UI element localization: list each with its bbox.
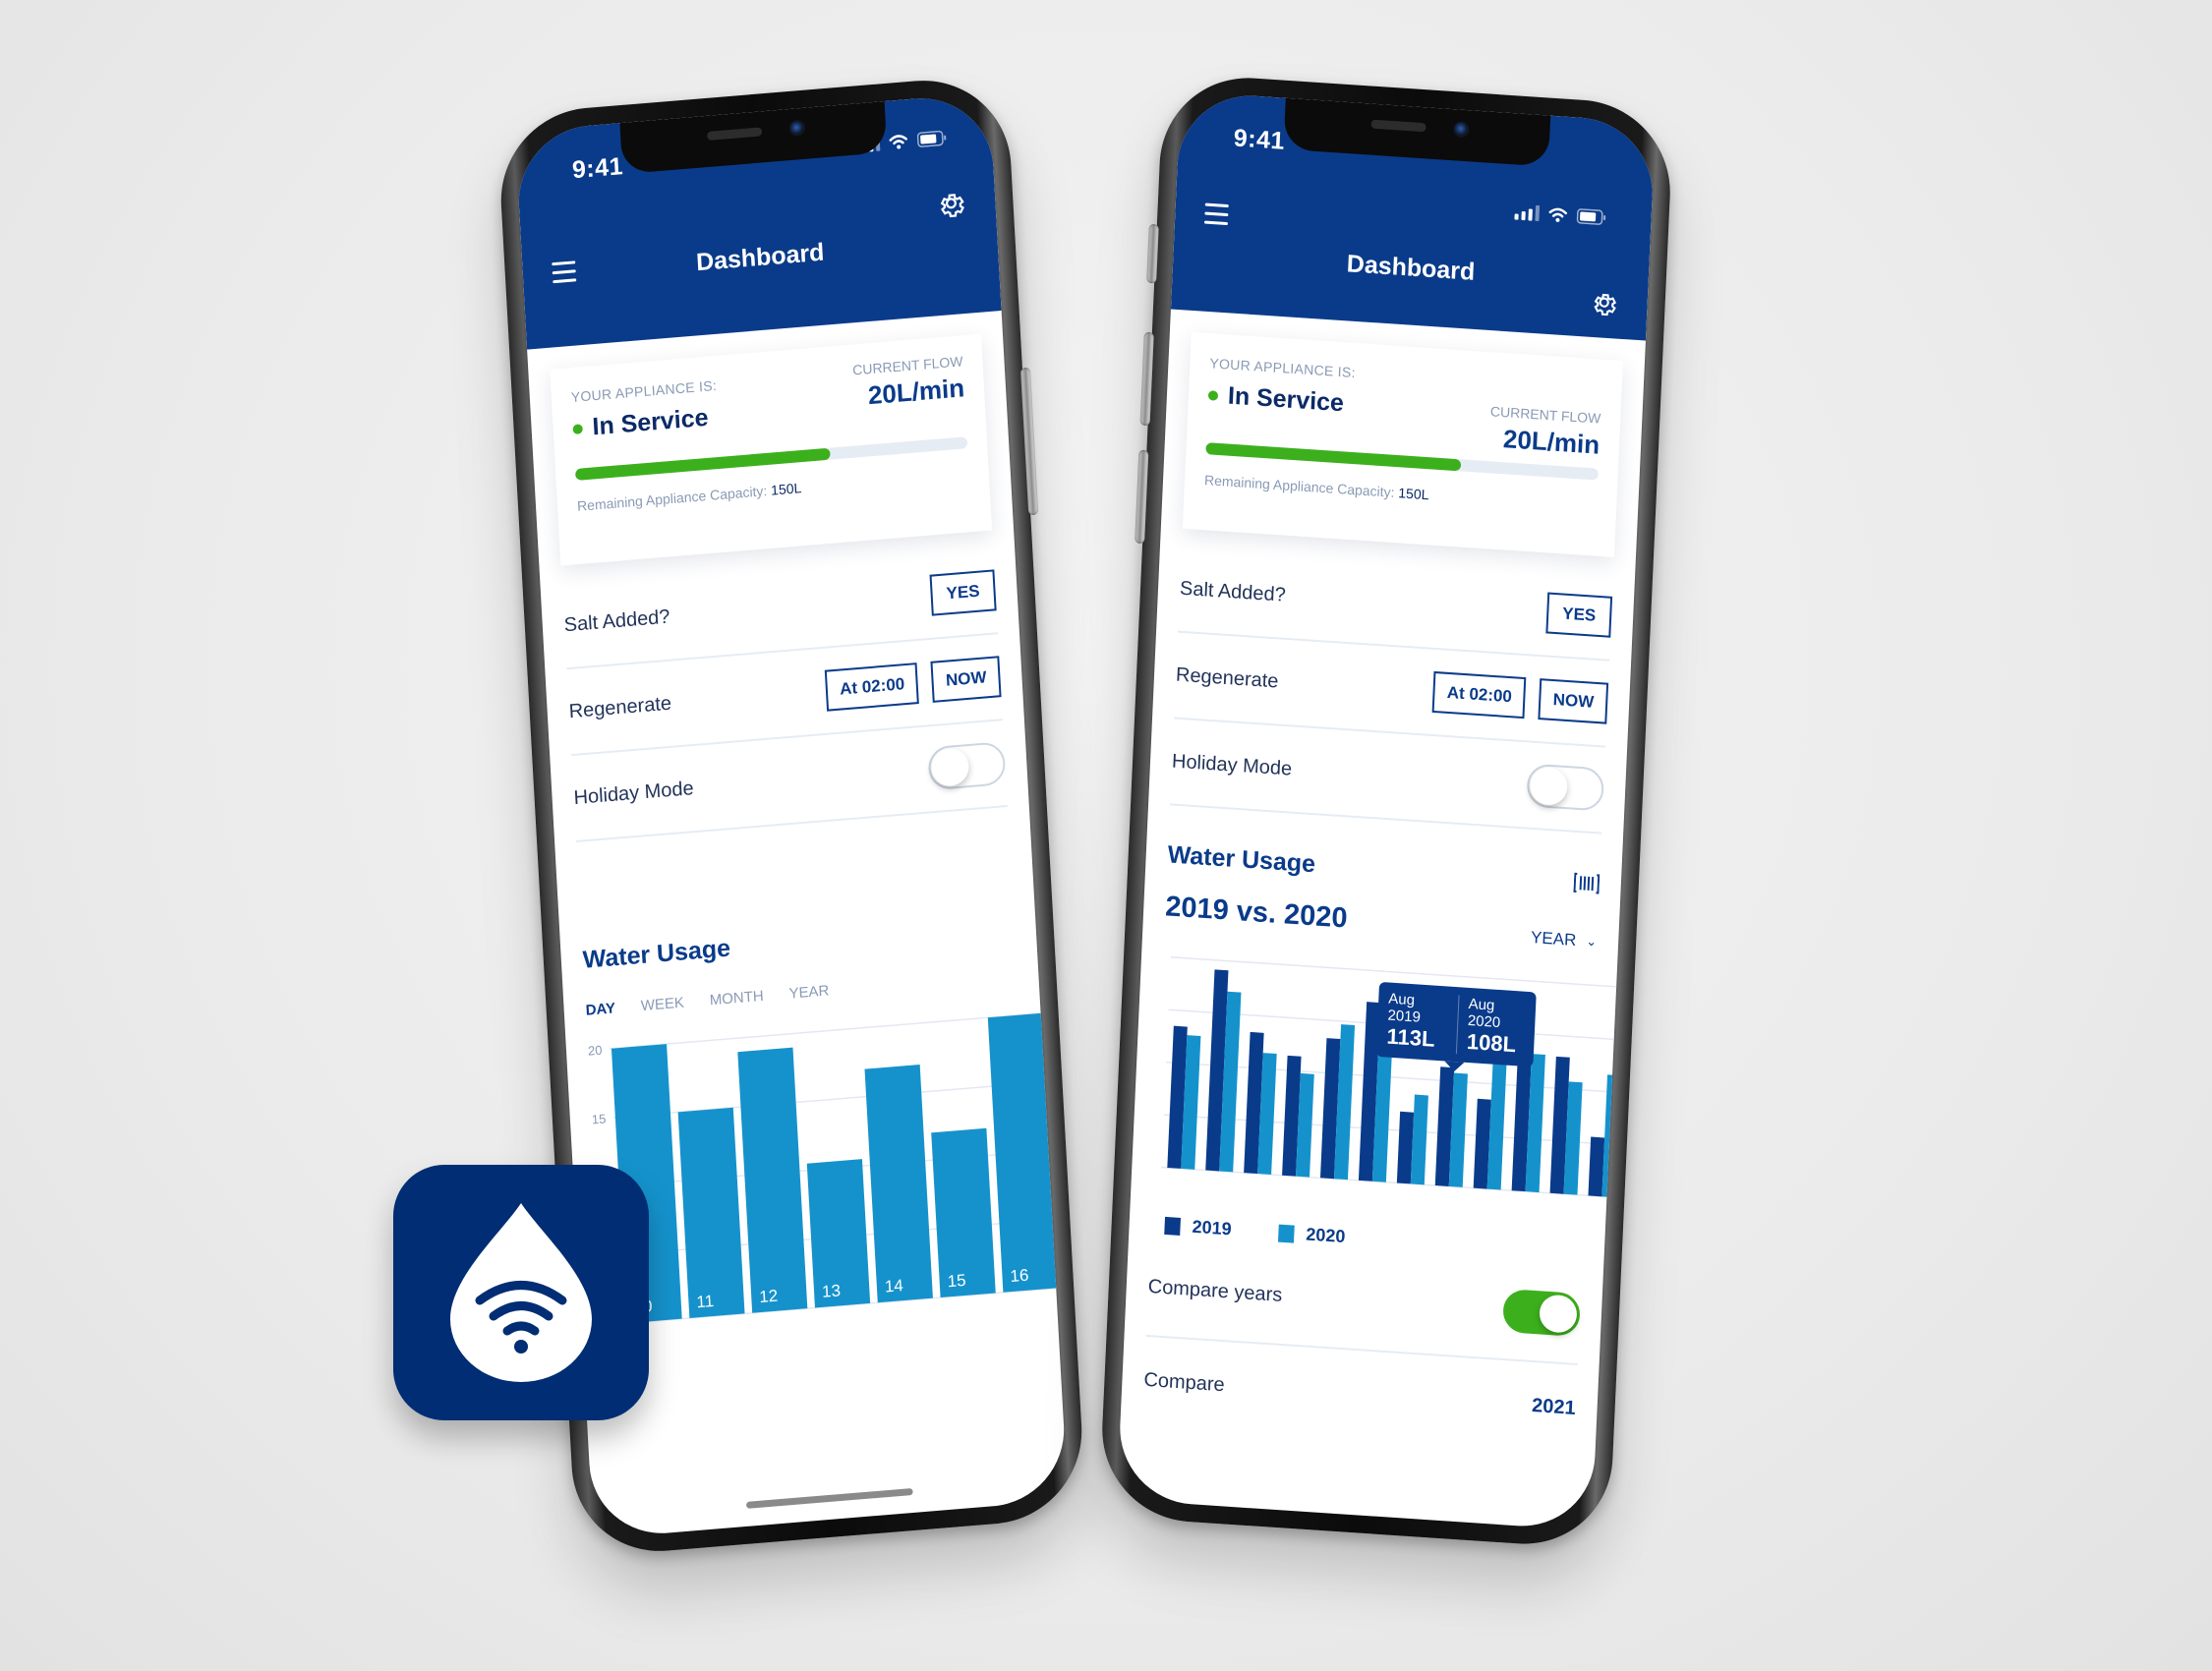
capacity-progress-fill [574, 447, 831, 481]
header-title: Dashboard [1346, 250, 1476, 286]
compare-year-value: 2021 [1531, 1394, 1577, 1419]
bar-chart-toggle-icon[interactable] [1573, 871, 1601, 894]
salt-added-label: Salt Added? [563, 605, 670, 636]
remaining-capacity-label: Remaining Appliance Capacity: [576, 483, 768, 514]
mute-switch [1146, 223, 1159, 284]
status-time: 9:41 [1233, 124, 1286, 155]
compare-label: Compare [1143, 1368, 1226, 1396]
water-usage-title: Water Usage [1167, 840, 1316, 879]
regenerate-scheduled-button[interactable]: At 02:00 [1431, 670, 1527, 720]
current-flow: CURRENT FLOW 20L/min [852, 353, 965, 412]
tab-year[interactable]: YEAR [788, 982, 830, 1002]
appliance-status-card: YOUR APPLIANCE IS: In Service CURRENT FL… [1182, 331, 1624, 557]
right-screen: 9:41 Dashboard YOUR APPLIANCE IS: In Ser… [1116, 90, 1657, 1531]
remaining-capacity-value: 150L [770, 480, 802, 498]
hamburger-menu-icon[interactable] [552, 260, 577, 289]
app-icon [393, 1165, 649, 1420]
compare-years-label: Compare years [1147, 1275, 1283, 1306]
x-tick-label: 16 [1010, 1266, 1029, 1287]
gear-icon[interactable] [936, 188, 967, 224]
current-flow: CURRENT FLOW 20L/min [1488, 403, 1601, 460]
volume-down-button [1135, 449, 1149, 545]
x-tick-label: 14 [884, 1276, 903, 1296]
battery-icon [916, 130, 947, 147]
appliance-status-text: In Service [1227, 381, 1345, 418]
salt-yes-button[interactable]: YES [929, 569, 997, 616]
header-title: Dashboard [695, 238, 826, 277]
x-tick-label: 12 [759, 1287, 779, 1307]
salt-yes-button[interactable]: YES [1545, 592, 1613, 638]
bar-2020-Jul [1410, 1094, 1428, 1185]
compare-usage-chart: Aug 2019 113L Aug 2020 108L [1153, 951, 1631, 1205]
capacity-progress-fill [1205, 442, 1462, 472]
status-dot-icon [572, 423, 583, 434]
regenerate-scheduled-button[interactable]: At 02:00 [825, 663, 920, 712]
daily-usage-chart-svg: 10152010111213141516 [588, 1011, 1065, 1325]
status-time: 9:41 [571, 152, 624, 185]
remaining-capacity: Remaining Appliance Capacity: 150L [1204, 472, 1598, 513]
bar-day-14 [864, 1065, 933, 1303]
gridline [609, 1011, 1049, 1050]
bar-2019-Dec [1588, 1136, 1605, 1197]
home-indicator [745, 1487, 913, 1509]
bar-day-11 [677, 1107, 745, 1319]
legend-swatch-2020 [1278, 1224, 1295, 1243]
y-tick-label: 20 [588, 1043, 603, 1059]
compare-subtitle: 2019 vs. 2020 [1164, 891, 1349, 935]
legend-item-2020[interactable]: 2020 [1278, 1223, 1346, 1247]
status-dot-icon [1207, 389, 1219, 401]
daily-usage-chart: 10152010111213141516 [587, 1004, 1065, 1344]
water-usage-title: Water Usage [582, 934, 731, 974]
x-tick-label: 11 [696, 1292, 715, 1311]
legend-item-2019[interactable]: 2019 [1164, 1215, 1232, 1239]
legend-label-2019: 2019 [1192, 1216, 1233, 1239]
regenerate-label: Regenerate [568, 692, 672, 722]
holiday-mode-label: Holiday Mode [573, 777, 695, 809]
regenerate-now-button[interactable]: NOW [930, 656, 1002, 703]
remaining-capacity-label: Remaining Appliance Capacity: [1203, 472, 1395, 500]
x-tick-label: 15 [947, 1271, 966, 1292]
bar-2020-Dec [1601, 1074, 1622, 1198]
holiday-mode-toggle[interactable] [927, 741, 1007, 791]
water-drop-wifi-icon [450, 1203, 592, 1382]
chart-tooltip: Aug 2019 113L Aug 2020 108L [1375, 981, 1537, 1067]
hamburger-menu-icon[interactable] [1203, 202, 1229, 232]
legend-swatch-2019 [1164, 1216, 1182, 1236]
signal-icon [1514, 203, 1541, 222]
tooltip-label-2019: Aug 2019 [1387, 990, 1422, 1026]
tab-month[interactable]: MONTH [709, 988, 764, 1008]
holiday-mode-label: Holiday Mode [1171, 749, 1293, 780]
bar-day-12 [737, 1047, 808, 1313]
legend-label-2020: 2020 [1305, 1224, 1346, 1247]
y-tick-label: 15 [592, 1111, 607, 1126]
power-button [1019, 367, 1039, 516]
period-select-value: YEAR [1530, 928, 1577, 951]
chevron-down-icon: ⌄ [1585, 933, 1598, 950]
period-select[interactable]: YEAR ⌄ [1531, 928, 1598, 951]
tooltip-label-2020: Aug 2020 [1467, 996, 1501, 1032]
appliance-status-card: YOUR APPLIANCE IS: In Service CURRENT FL… [550, 333, 993, 566]
wifi-icon [888, 133, 908, 150]
tooltip-value-2020: 108L [1466, 1028, 1517, 1058]
regenerate-now-button[interactable]: NOW [1538, 678, 1609, 724]
tab-week[interactable]: WEEK [640, 995, 684, 1015]
bar-2020-Sep [1486, 1060, 1507, 1190]
regenerate-label: Regenerate [1175, 663, 1279, 692]
tooltip-value-2019: 113L [1386, 1023, 1436, 1052]
gear-icon[interactable] [1590, 288, 1618, 322]
volume-up-button [1139, 331, 1154, 427]
tab-day[interactable]: DAY [585, 1000, 615, 1018]
remaining-capacity-value: 150L [1398, 485, 1429, 503]
status-icons [1514, 203, 1606, 225]
right-phone: 9:41 Dashboard YOUR APPLIANCE IS: In Ser… [1098, 72, 1674, 1550]
current-flow-value: 20L/min [1502, 424, 1601, 460]
holiday-mode-toggle[interactable] [1526, 763, 1605, 812]
wifi-icon [1547, 206, 1568, 223]
battery-icon [1576, 208, 1606, 226]
appliance-status-text: In Service [591, 403, 710, 441]
bar-day-16 [987, 1012, 1059, 1293]
compare-years-toggle[interactable] [1502, 1288, 1581, 1338]
salt-added-label: Salt Added? [1179, 577, 1287, 606]
x-tick-label: 13 [822, 1281, 842, 1301]
